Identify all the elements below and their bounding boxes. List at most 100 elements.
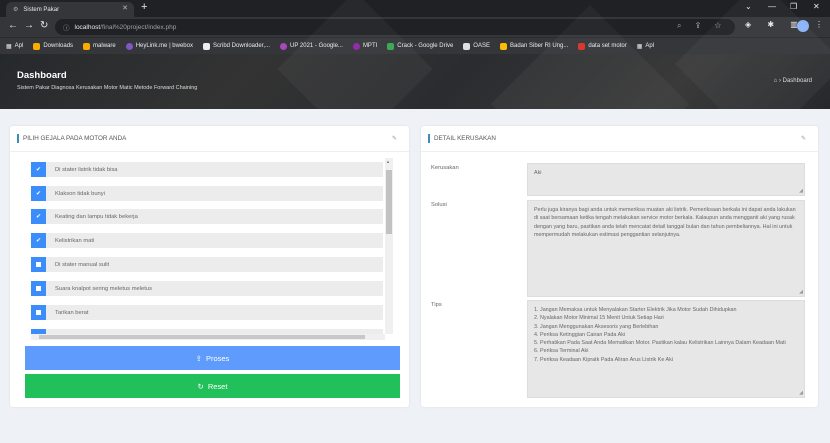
checkbox-checked-icon[interactable]: ✔ [31, 162, 46, 177]
bookmark-scribd[interactable]: Scribd Downloader,... [202, 42, 271, 50]
scrollbar-thumb[interactable] [39, 335, 365, 339]
symptom-label: Tarikan berat [55, 309, 89, 316]
symptom-item[interactable]: ✔ Keating dan lampu tidak bekerja [31, 209, 383, 224]
reset-button[interactable]: ↻ Reset [25, 374, 400, 398]
new-tab-icon[interactable]: + [141, 1, 147, 13]
checkbox-checked-icon[interactable]: ✔ [31, 209, 46, 224]
folder-icon [83, 42, 91, 50]
symptom-list[interactable]: ✔ Di stater listrik tidak bisa ✔ Klakson… [20, 158, 394, 340]
tip-line: 3. Jangan Menggunakan Aksesoris yang Ber… [534, 323, 659, 330]
tips-field[interactable]: 1. Jangan Memaksa untuk Menyalakan Start… [527, 300, 805, 398]
symptoms-card-title: PILIH GEJALA PADA MOTOR ANDA [23, 135, 127, 142]
google-icon [280, 42, 288, 50]
checkbox-unchecked-icon[interactable] [31, 305, 46, 320]
upload-icon: ⇪ [195, 353, 202, 363]
reload-icon[interactable]: ↻ [40, 20, 48, 31]
kerusakan-field[interactable]: Aki ◢ [527, 163, 805, 196]
menu-icon[interactable]: ⋮ [815, 20, 823, 29]
bookmark-downloads[interactable]: Downloads [33, 42, 74, 50]
symptom-item[interactable]: Tarikan berat [31, 305, 383, 320]
page-subtitle: Sistem Pakar Diagnosa Kerusakan Motor Ma… [17, 85, 198, 91]
bookmark-label: HeyLink.me | bwebox [135, 43, 193, 49]
solusi-field[interactable]: Perlu juga kiranya bagi anda untuk memer… [527, 200, 805, 297]
proses-button[interactable]: ⇪ Proses [25, 346, 400, 370]
bookmark-label: OASE [473, 43, 490, 49]
solusi-value: Perlu juga kiranya bagi anda untuk memer… [534, 207, 796, 238]
page-header: Dashboard Sistem Pakar Diagnosa Kerusaka… [0, 0, 830, 203]
solusi-label: Solusi [431, 202, 447, 208]
url-path: /final%20project/index.php [100, 23, 177, 31]
tab-favicon-icon: ⚙ [13, 7, 19, 13]
home-icon[interactable]: ⌂ [774, 78, 778, 84]
close-window-icon[interactable]: ✕ [813, 2, 820, 11]
symptom-item[interactable]: ✔ Di stater listrik tidak bisa [31, 162, 383, 177]
refresh-icon: ↻ [197, 381, 204, 391]
reset-label: Reset [207, 381, 228, 391]
scrollbar-thumb[interactable] [386, 170, 392, 234]
bookmark-label: Apl [14, 43, 24, 49]
card-header: PILIH GEJALA PADA MOTOR ANDA ✎ [10, 126, 409, 152]
bookmark-apps[interactable]: ▦ Apl [6, 43, 23, 50]
back-icon[interactable]: ← [8, 20, 18, 31]
symptom-label: Suara knalpot sering meletus meletus [55, 285, 152, 292]
list-vertical-scrollbar[interactable]: ▲ [385, 158, 393, 334]
card-header: DETAIL KERUSAKAN ✎ [421, 126, 818, 152]
symptom-item[interactable]: Di stater manual sulit [31, 257, 383, 272]
bookmark-malware[interactable]: malware [83, 42, 116, 50]
symptom-label: Di stater listrik tidak bisa [55, 166, 118, 173]
header-accent-bar [17, 134, 19, 143]
checkbox-unchecked-icon[interactable] [31, 281, 46, 296]
tips-label: Tips [431, 302, 442, 308]
url-host: localhost [74, 23, 101, 31]
apps-grid-icon: ▦ [6, 43, 12, 50]
tip-line: 2. Nyalakan Motor Minimal 15 Menit Untuk… [534, 315, 664, 322]
symptom-label: Di stater manual sulit [55, 261, 110, 268]
symptom-label: Klakson tidak bunyi [55, 190, 105, 197]
checkbox-unchecked-icon[interactable] [31, 257, 46, 272]
checkbox-checked-icon[interactable]: ✔ [31, 233, 46, 248]
kerusakan-label: Kerusakan [431, 165, 459, 171]
bookmark-label: Downloads [43, 43, 74, 49]
forward-icon[interactable]: → [24, 20, 34, 31]
bookmark-label: malware [93, 43, 116, 49]
page-title: Dashboard [17, 70, 67, 81]
symptom-label: Keating dan lampu tidak bekerja [55, 213, 138, 220]
proses-label: Proses [205, 353, 230, 363]
oase-icon [463, 42, 471, 50]
resize-grip-icon[interactable]: ◢ [799, 389, 803, 397]
list-horizontal-scrollbar[interactable] [31, 334, 385, 340]
scroll-up-arrow-icon[interactable]: ▲ [386, 159, 390, 164]
damage-card-title: DETAIL KERUSAKAN [434, 135, 496, 142]
pencil-icon[interactable]: ✎ [392, 135, 397, 142]
tab-close-icon[interactable]: ✕ [122, 4, 128, 12]
resize-grip-icon[interactable]: ◢ [799, 187, 803, 195]
tip-line: 6. Periksa Terminal Aki [534, 348, 589, 355]
checkbox-checked-icon[interactable]: ✔ [31, 186, 46, 201]
tip-line: 5. Perhatikan Pada Saat Anda Mematikan M… [534, 340, 786, 347]
info-icon: ⓘ [63, 25, 70, 32]
bookmark-label: Apl [645, 43, 655, 49]
resize-grip-icon[interactable]: ◢ [799, 288, 803, 296]
tab-strip: ⚙ Sistem Pakar ✕ + ⌄ — ❐ ✕ [0, 0, 830, 17]
symptom-label: Kelistrikan mati [55, 237, 95, 244]
heylink-icon [125, 42, 133, 50]
bookmark-label: Scribd Downloader,... [212, 43, 271, 49]
bookmark-apl[interactable]: ▦ Apl [637, 43, 654, 50]
header-accent-bar [428, 134, 430, 143]
breadcrumb-dashboard[interactable]: Dashboard [783, 78, 812, 84]
bookmark-oase[interactable]: OASE [463, 42, 490, 50]
pencil-icon[interactable]: ✎ [801, 135, 806, 142]
browser-tab[interactable]: ⚙ Sistem Pakar ✕ [6, 2, 134, 17]
kerusakan-value: Aki [534, 170, 542, 176]
bookmark-heylink[interactable]: HeyLink.me | bwebox [125, 42, 193, 50]
apps-grid-icon: ▦ [636, 43, 643, 50]
tab-title: Sistem Pakar [23, 6, 60, 13]
symptom-item[interactable]: ✔ Klakson tidak bunyi [31, 186, 383, 201]
symptom-item[interactable]: ✔ Kelistrikan mati [31, 233, 383, 248]
scribd-icon [202, 42, 210, 50]
tip-line: 1. Jangan Memaksa untuk Menyalakan Start… [534, 307, 737, 313]
badan-siber-icon [499, 42, 507, 50]
tip-line: 4. Periksa Ketinggian Cairan Pada Aki [534, 331, 626, 338]
symptom-item[interactable]: Suara knalpot sering meletus meletus [31, 281, 383, 296]
folder-icon [33, 42, 41, 50]
